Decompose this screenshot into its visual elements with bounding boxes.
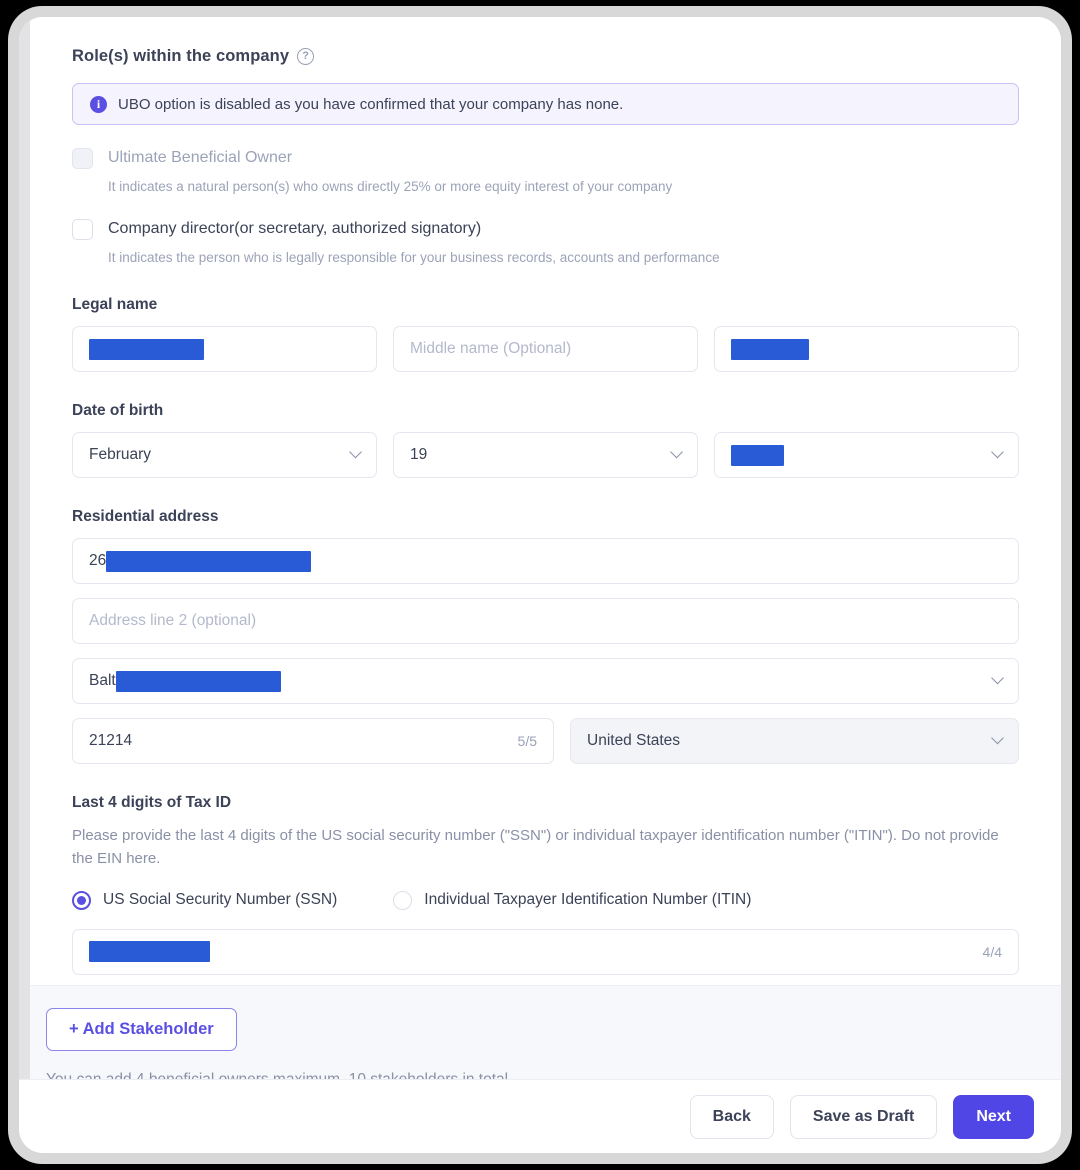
back-button[interactable]: Back <box>690 1095 774 1139</box>
zip-code-counter: 5/5 <box>518 733 537 749</box>
chevron-down-icon <box>670 446 683 459</box>
legal-name-label: Legal name <box>72 296 1019 314</box>
first-name-input[interactable] <box>72 326 377 372</box>
city-select[interactable]: Balt <box>72 658 1019 704</box>
legal-name-group: Legal name Middle name (Optional) <box>72 296 1019 372</box>
chevron-down-icon <box>991 672 1004 685</box>
address-line2-placeholder: Address line 2 (optional) <box>89 612 256 630</box>
tax-id-counter: 4/4 <box>983 944 1002 960</box>
zip-code-input[interactable]: 21214 5/5 <box>72 718 554 764</box>
tax-id-group: Last 4 digits of Tax ID Please provide t… <box>72 794 1019 975</box>
next-button[interactable]: Next <box>953 1095 1034 1139</box>
info-icon: i <box>90 96 107 113</box>
tax-id-description: Please provide the last 4 digits of the … <box>72 824 1019 871</box>
radio-option-ssn[interactable]: US Social Security Number (SSN) <box>72 891 337 910</box>
question-mark-circle-icon[interactable]: ? <box>297 48 314 65</box>
checkbox-help-ubo: It indicates a natural person(s) who own… <box>108 178 1019 196</box>
tax-id-radio-group: US Social Security Number (SSN) Individu… <box>72 891 1019 910</box>
redaction-city <box>116 671 281 692</box>
save-as-draft-button[interactable]: Save as Draft <box>790 1095 937 1139</box>
redaction-dob-year <box>731 445 784 466</box>
form-scroll-region[interactable]: Role(s) within the company ? i UBO optio… <box>19 17 1061 1079</box>
checkbox-company-director[interactable] <box>72 219 93 240</box>
legal-name-row: Middle name (Optional) <box>72 326 1019 372</box>
redaction-tax-id <box>89 941 210 962</box>
last-name-input[interactable] <box>714 326 1019 372</box>
checkbox-ultimate-beneficial-owner <box>72 148 93 169</box>
chevron-down-icon <box>991 732 1004 745</box>
date-of-birth-group: Date of birth February 19 <box>72 402 1019 478</box>
date-of-birth-row: February 19 <box>72 432 1019 478</box>
checkbox-row-ubo: Ultimate Beneficial Owner <box>72 147 1019 169</box>
checkbox-row-director[interactable]: Company director(or secretary, authorize… <box>72 218 1019 240</box>
country-select: United States <box>570 718 1019 764</box>
residential-address-group: Residential address 26 Address line 2 (o… <box>72 508 1019 764</box>
redaction-address-line1 <box>106 551 311 572</box>
tax-id-input[interactable]: 4/4 <box>72 929 1019 975</box>
redaction-last-name <box>731 339 809 360</box>
dob-day-value: 19 <box>410 446 427 464</box>
radio-label-ssn: US Social Security Number (SSN) <box>103 891 337 909</box>
checkbox-label-director: Company director(or secretary, authorize… <box>108 218 481 239</box>
address-line2-input[interactable]: Address line 2 (optional) <box>72 598 1019 644</box>
roles-section-label: Role(s) within the company ? <box>72 47 1019 66</box>
dob-year-select[interactable] <box>714 432 1019 478</box>
date-of-birth-label: Date of birth <box>72 402 1019 420</box>
roles-label-text: Role(s) within the company <box>72 47 289 66</box>
device-screen: Role(s) within the company ? i UBO optio… <box>19 17 1061 1153</box>
banner-text: UBO option is disabled as you have confi… <box>118 96 623 113</box>
stakeholder-form-card: Role(s) within the company ? i UBO optio… <box>30 17 1061 1005</box>
form-footer: Back Save as Draft Next <box>19 1079 1061 1153</box>
middle-name-placeholder: Middle name (Optional) <box>410 340 571 358</box>
scrollbar-track[interactable] <box>19 17 30 1079</box>
ubo-disabled-banner: i UBO option is disabled as you have con… <box>72 83 1019 125</box>
stakeholder-limit-note: You can add 4 beneficial owners maximum.… <box>46 1071 1061 1079</box>
tax-id-label: Last 4 digits of Tax ID <box>72 794 1019 812</box>
dob-month-value: February <box>89 446 151 464</box>
country-value: United States <box>587 732 680 750</box>
checkbox-label-ubo: Ultimate Beneficial Owner <box>108 147 292 168</box>
add-stakeholder-button[interactable]: + Add Stakeholder <box>46 1008 237 1051</box>
radio-label-itin: Individual Taxpayer Identification Numbe… <box>424 891 751 909</box>
add-stakeholder-strip: + Add Stakeholder You can add 4 benefici… <box>30 985 1061 1079</box>
address-line1-input[interactable]: 26 <box>72 538 1019 584</box>
radio-ssn[interactable] <box>72 891 91 910</box>
zip-code-value: 21214 <box>89 732 132 750</box>
dob-month-select[interactable]: February <box>72 432 377 478</box>
chevron-down-icon <box>349 446 362 459</box>
city-value: Balt <box>89 672 116 690</box>
radio-option-itin[interactable]: Individual Taxpayer Identification Numbe… <box>393 891 751 910</box>
checkbox-help-director: It indicates the person who is legally r… <box>108 249 1019 267</box>
residential-address-label: Residential address <box>72 508 1019 526</box>
radio-itin[interactable] <box>393 891 412 910</box>
redaction-first-name <box>89 339 204 360</box>
middle-name-input[interactable]: Middle name (Optional) <box>393 326 698 372</box>
chevron-down-icon <box>991 446 1004 459</box>
zip-country-row: 21214 5/5 United States <box>72 718 1019 764</box>
device-frame: Role(s) within the company ? i UBO optio… <box>8 6 1072 1164</box>
address-line1-value: 26 <box>89 552 106 570</box>
dob-day-select[interactable]: 19 <box>393 432 698 478</box>
